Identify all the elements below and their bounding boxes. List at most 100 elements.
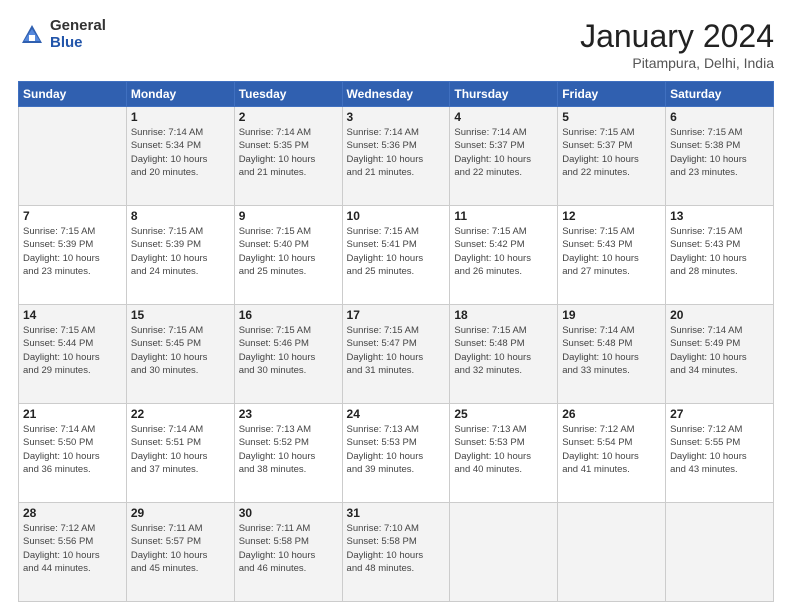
day-info: Sunrise: 7:15 AM Sunset: 5:45 PM Dayligh…: [131, 324, 230, 377]
table-row: 22 Sunrise: 7:14 AM Sunset: 5:51 PM Dayli…: [126, 404, 234, 503]
day-info: Sunrise: 7:15 AM Sunset: 5:48 PM Dayligh…: [454, 324, 553, 377]
day-info: Sunrise: 7:15 AM Sunset: 5:44 PM Dayligh…: [23, 324, 122, 377]
day-number: 1: [131, 110, 230, 124]
day-info: Sunrise: 7:14 AM Sunset: 5:37 PM Dayligh…: [454, 126, 553, 179]
table-row: 6Sunrise: 7:15 AM Sunset: 5:38 PM Daylig…: [666, 107, 774, 206]
header: General Blue January 2024 Pitampura, Del…: [18, 18, 774, 71]
day-number: 28: [23, 506, 122, 520]
day-info: Sunrise: 7:12 AM Sunset: 5:54 PM Dayligh…: [562, 423, 661, 476]
day-info: Sunrise: 7:15 AM Sunset: 5:39 PM Dayligh…: [23, 225, 122, 278]
day-info: Sunrise: 7:15 AM Sunset: 5:43 PM Dayligh…: [670, 225, 769, 278]
table-row: 7 Sunrise: 7:15 AM Sunset: 5:39 PM Daylig…: [19, 206, 127, 305]
calendar-table: Sunday Monday Tuesday Wednesday Thursday…: [18, 81, 774, 602]
day-info: Sunrise: 7:15 AM Sunset: 5:39 PM Dayligh…: [131, 225, 230, 278]
day-info: Sunrise: 7:15 AM Sunset: 5:42 PM Dayligh…: [454, 225, 553, 278]
day-info: Sunrise: 7:14 AM Sunset: 5:49 PM Dayligh…: [670, 324, 769, 377]
day-number: 30: [239, 506, 338, 520]
logo: General Blue: [18, 18, 106, 51]
calendar-week-1: 1Sunrise: 7:14 AM Sunset: 5:34 PM Daylig…: [19, 107, 774, 206]
table-row: [19, 107, 127, 206]
day-info: Sunrise: 7:12 AM Sunset: 5:55 PM Dayligh…: [670, 423, 769, 476]
day-info: Sunrise: 7:11 AM Sunset: 5:57 PM Dayligh…: [131, 522, 230, 575]
table-row: 19 Sunrise: 7:14 AM Sunset: 5:48 PM Dayli…: [558, 305, 666, 404]
day-info: Sunrise: 7:14 AM Sunset: 5:48 PM Dayligh…: [562, 324, 661, 377]
day-number: 8: [131, 209, 230, 223]
table-row: 28 Sunrise: 7:12 AM Sunset: 5:56 PM Dayli…: [19, 503, 127, 602]
table-row: 9 Sunrise: 7:15 AM Sunset: 5:40 PM Daylig…: [234, 206, 342, 305]
logo-blue: Blue: [50, 35, 106, 52]
table-row: 18 Sunrise: 7:15 AM Sunset: 5:48 PM Dayli…: [450, 305, 558, 404]
table-row: [666, 503, 774, 602]
day-number: 20: [670, 308, 769, 322]
table-row: 16 Sunrise: 7:15 AM Sunset: 5:46 PM Dayli…: [234, 305, 342, 404]
day-info: Sunrise: 7:14 AM Sunset: 5:36 PM Dayligh…: [347, 126, 446, 179]
table-row: 4 Sunrise: 7:14 AM Sunset: 5:37 PM Daylig…: [450, 107, 558, 206]
day-number: 9: [239, 209, 338, 223]
day-info: Sunrise: 7:13 AM Sunset: 5:52 PM Dayligh…: [239, 423, 338, 476]
calendar-page: General Blue January 2024 Pitampura, Del…: [0, 0, 792, 612]
day-number: 22: [131, 407, 230, 421]
table-row: 30Sunrise: 7:11 AM Sunset: 5:58 PM Dayli…: [234, 503, 342, 602]
day-number: 10: [347, 209, 446, 223]
logo-text: General Blue: [50, 18, 106, 51]
table-row: 1Sunrise: 7:14 AM Sunset: 5:34 PM Daylig…: [126, 107, 234, 206]
day-number: 14: [23, 308, 122, 322]
col-wednesday: Wednesday: [342, 82, 450, 107]
col-saturday: Saturday: [666, 82, 774, 107]
day-info: Sunrise: 7:14 AM Sunset: 5:35 PM Dayligh…: [239, 126, 338, 179]
table-row: 24 Sunrise: 7:13 AM Sunset: 5:53 PM Dayli…: [342, 404, 450, 503]
day-number: 18: [454, 308, 553, 322]
day-number: 5: [562, 110, 661, 124]
month-title: January 2024: [580, 18, 774, 55]
title-section: January 2024 Pitampura, Delhi, India: [580, 18, 774, 71]
table-row: 17 Sunrise: 7:15 AM Sunset: 5:47 PM Dayli…: [342, 305, 450, 404]
day-number: 3: [347, 110, 446, 124]
day-info: Sunrise: 7:10 AM Sunset: 5:58 PM Dayligh…: [347, 522, 446, 575]
day-info: Sunrise: 7:15 AM Sunset: 5:40 PM Dayligh…: [239, 225, 338, 278]
day-number: 13: [670, 209, 769, 223]
day-number: 7: [23, 209, 122, 223]
col-monday: Monday: [126, 82, 234, 107]
day-number: 11: [454, 209, 553, 223]
col-tuesday: Tuesday: [234, 82, 342, 107]
day-info: Sunrise: 7:15 AM Sunset: 5:43 PM Dayligh…: [562, 225, 661, 278]
logo-icon: [18, 21, 46, 49]
day-number: 6: [670, 110, 769, 124]
table-row: 29 Sunrise: 7:11 AM Sunset: 5:57 PM Dayli…: [126, 503, 234, 602]
day-number: 17: [347, 308, 446, 322]
col-thursday: Thursday: [450, 82, 558, 107]
table-row: 14 Sunrise: 7:15 AM Sunset: 5:44 PM Dayli…: [19, 305, 127, 404]
table-row: 12 Sunrise: 7:15 AM Sunset: 5:43 PM Dayli…: [558, 206, 666, 305]
table-row: 31Sunrise: 7:10 AM Sunset: 5:58 PM Dayli…: [342, 503, 450, 602]
day-info: Sunrise: 7:15 AM Sunset: 5:47 PM Dayligh…: [347, 324, 446, 377]
table-row: 20 Sunrise: 7:14 AM Sunset: 5:49 PM Dayli…: [666, 305, 774, 404]
table-row: 11 Sunrise: 7:15 AM Sunset: 5:42 PM Dayli…: [450, 206, 558, 305]
table-row: 3 Sunrise: 7:14 AM Sunset: 5:36 PM Daylig…: [342, 107, 450, 206]
day-info: Sunrise: 7:12 AM Sunset: 5:56 PM Dayligh…: [23, 522, 122, 575]
table-row: 13 Sunrise: 7:15 AM Sunset: 5:43 PM Dayli…: [666, 206, 774, 305]
table-row: 25Sunrise: 7:13 AM Sunset: 5:53 PM Dayli…: [450, 404, 558, 503]
logo-general: General: [50, 18, 106, 35]
day-number: 21: [23, 407, 122, 421]
table-row: 26Sunrise: 7:12 AM Sunset: 5:54 PM Dayli…: [558, 404, 666, 503]
day-number: 25: [454, 407, 553, 421]
day-number: 24: [347, 407, 446, 421]
day-info: Sunrise: 7:13 AM Sunset: 5:53 PM Dayligh…: [347, 423, 446, 476]
day-number: 23: [239, 407, 338, 421]
day-info: Sunrise: 7:14 AM Sunset: 5:51 PM Dayligh…: [131, 423, 230, 476]
col-sunday: Sunday: [19, 82, 127, 107]
table-row: [558, 503, 666, 602]
day-number: 19: [562, 308, 661, 322]
day-number: 29: [131, 506, 230, 520]
calendar-week-4: 21Sunrise: 7:14 AM Sunset: 5:50 PM Dayli…: [19, 404, 774, 503]
calendar-week-2: 7 Sunrise: 7:15 AM Sunset: 5:39 PM Daylig…: [19, 206, 774, 305]
table-row: 2Sunrise: 7:14 AM Sunset: 5:35 PM Daylig…: [234, 107, 342, 206]
day-number: 12: [562, 209, 661, 223]
header-row: Sunday Monday Tuesday Wednesday Thursday…: [19, 82, 774, 107]
day-number: 16: [239, 308, 338, 322]
day-number: 4: [454, 110, 553, 124]
day-number: 15: [131, 308, 230, 322]
table-row: 8 Sunrise: 7:15 AM Sunset: 5:39 PM Daylig…: [126, 206, 234, 305]
day-info: Sunrise: 7:15 AM Sunset: 5:46 PM Dayligh…: [239, 324, 338, 377]
col-friday: Friday: [558, 82, 666, 107]
